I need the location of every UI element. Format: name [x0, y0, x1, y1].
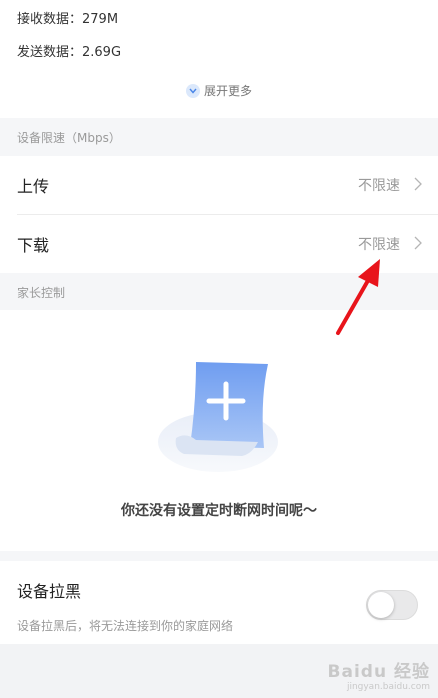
- parental-control-empty-state: 你还没有设置定时断网时间呢～: [0, 310, 438, 551]
- toggle-knob: [368, 592, 394, 618]
- empty-state-message: 你还没有设置定时断网时间呢～: [121, 503, 317, 519]
- blacklist-toggle[interactable]: [366, 590, 418, 620]
- upload-limit-row[interactable]: 上传 不限速: [0, 156, 438, 214]
- upload-label: 上传: [17, 177, 50, 196]
- expand-more-label: 展开更多: [203, 84, 252, 98]
- watermark-name: Baidu 经验: [327, 662, 430, 682]
- expand-more-button[interactable]: 展开更多: [0, 82, 438, 99]
- watermark-url: jingyan.baidu.com: [346, 682, 430, 692]
- download-label: 下载: [17, 236, 50, 255]
- upload-value: 不限速: [358, 178, 400, 194]
- chevron-right-icon: [414, 176, 422, 195]
- blacklist-title: 设备拉黑: [17, 582, 82, 601]
- red-arrow-annotation: [336, 259, 380, 335]
- blacklist-description: 设备拉黑后，将无法连接到你的家庭网络: [17, 619, 234, 633]
- device-blacklist-row: 设备拉黑 设备拉黑后，将无法连接到你的家庭网络: [0, 561, 438, 644]
- speed-limit-title: 设备限速（Mbps）: [17, 131, 121, 145]
- sent-data: 发送数据：2.69G: [17, 45, 122, 60]
- chevron-right-icon: [414, 235, 422, 254]
- section-spacer: [0, 551, 438, 561]
- speed-limit-section-header: 设备限速（Mbps）: [0, 118, 438, 156]
- received-data: 接收数据：279M: [17, 12, 119, 27]
- download-value: 不限速: [358, 237, 400, 253]
- parental-control-title: 家长控制: [17, 286, 66, 300]
- baidu-watermark: Baidu 经验 jingyan.baidu.com: [328, 657, 430, 692]
- chevron-down-icon: [185, 84, 200, 98]
- add-document-illustration: [158, 362, 278, 472]
- traffic-stats: 接收数据：279M 发送数据：2.69G 展开更多: [0, 0, 438, 118]
